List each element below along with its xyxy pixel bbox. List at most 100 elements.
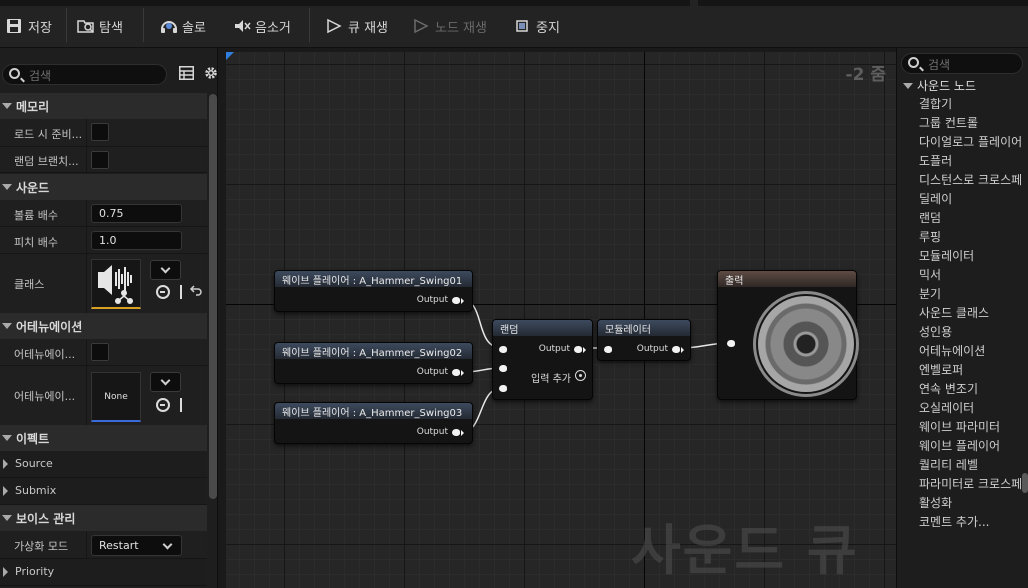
pin-arrow-icon: [681, 347, 684, 353]
property-row: 가상화 모드 Restart: [0, 531, 207, 559]
output-pin[interactable]: [452, 297, 460, 304]
browse-asset-icon[interactable]: [180, 398, 182, 412]
palette-list: 결합기 그룹 컨트롤 다이얼로그 플레이어 도플러 디스턴스로 크로스페이드 딜…: [919, 95, 1023, 532]
random-branch-checkbox[interactable]: [91, 151, 109, 169]
palette-item[interactable]: 활성화: [919, 494, 1023, 513]
palette-item[interactable]: 다이얼로그 플레이어: [919, 133, 1023, 152]
modulator-node[interactable]: 모듈레이터 Output: [597, 319, 691, 361]
solo-button[interactable]: 솔로: [160, 12, 206, 40]
category-sound[interactable]: 사운드: [0, 174, 207, 200]
palette-item[interactable]: 믹서: [919, 266, 1023, 285]
property-row: 피치 배수 1.0: [0, 227, 207, 254]
input-pin[interactable]: [727, 340, 735, 347]
node-title: 모듈레이터: [598, 320, 690, 336]
palette-item[interactable]: 분기: [919, 285, 1023, 304]
sound-cue-graph[interactable]: -2 줌 사운드 큐 웨이브 플레이어 : A_Hammer_Swing01 O…: [226, 52, 896, 588]
attenuation-override-checkbox[interactable]: [91, 343, 109, 361]
palette-scrollbar[interactable]: [1022, 473, 1028, 493]
property-row: 랜덤 브랜치...: [0, 147, 207, 173]
node-title: 출력: [718, 271, 856, 287]
gear-icon[interactable]: [203, 65, 219, 84]
pitch-multiplier-field[interactable]: 1.0: [91, 231, 182, 250]
virtualization-mode-value: Restart: [99, 539, 139, 552]
browse-asset-icon[interactable]: [180, 285, 182, 299]
details-scrollbar[interactable]: [209, 94, 217, 499]
use-selected-icon[interactable]: [156, 398, 170, 412]
category-memory[interactable]: 메모리: [0, 93, 207, 119]
random-node[interactable]: 랜덤 Output 입력 추가: [492, 319, 593, 400]
palette-item[interactable]: 파라미터로 크로스페이드: [919, 475, 1023, 494]
save-label: 저장: [28, 20, 52, 36]
priority-group[interactable]: Priority: [0, 559, 207, 586]
grid-view-icon[interactable]: [179, 66, 194, 83]
wave-player-node-2[interactable]: 웨이브 플레이어 : A_Hammer_Swing02 Output: [274, 342, 473, 384]
palette-item[interactable]: 딜레이: [919, 190, 1023, 209]
category-attenuation[interactable]: 어테뉴에이션: [0, 313, 207, 339]
palette-item[interactable]: 엔벨로퍼: [919, 361, 1023, 380]
palette-item[interactable]: 퀄리티 레벨: [919, 456, 1023, 475]
save-button[interactable]: 저장: [6, 12, 52, 40]
class-dropdown-button[interactable]: [150, 260, 181, 280]
volume-multiplier-field[interactable]: 0.75: [91, 204, 182, 223]
input-pin-3[interactable]: [499, 385, 507, 392]
wave-player-node-1[interactable]: 웨이브 플레이어 : A_Hammer_Swing01 Output: [274, 270, 473, 312]
play-node-icon: [413, 18, 429, 34]
mute-button[interactable]: 음소거: [233, 12, 291, 40]
palette-item[interactable]: 웨이브 플레이어: [919, 437, 1023, 456]
category-attenuation-label: 어테뉴에이션: [16, 319, 83, 334]
output-pin-label: Output: [416, 427, 448, 437]
toolbar-divider: [143, 8, 144, 42]
output-pin[interactable]: [452, 429, 460, 436]
palette-item[interactable]: 오실레이터: [919, 399, 1023, 418]
input-pin-1[interactable]: [499, 346, 507, 353]
virtualization-mode-label: 가상화 모드: [14, 540, 69, 553]
play-cue-button[interactable]: 큐 재생: [326, 12, 388, 40]
source-group[interactable]: Source: [0, 451, 207, 478]
palette-item[interactable]: 성인용: [919, 323, 1023, 342]
virtualization-mode-dropdown[interactable]: Restart: [91, 535, 182, 556]
browse-label: 탐색: [99, 20, 123, 36]
output-pin[interactable]: [452, 369, 460, 376]
palette-item[interactable]: 디스턴스로 크로스페이드: [919, 171, 1023, 190]
palette-item[interactable]: 랜덤: [919, 209, 1023, 228]
category-effects[interactable]: 이펙트: [0, 425, 207, 451]
output-node[interactable]: 출력: [717, 270, 859, 400]
details-search-input[interactable]: 검색: [2, 64, 167, 85]
palette-item[interactable]: 사운드 클래스: [919, 304, 1023, 323]
palette-item[interactable]: 모듈레이터: [919, 247, 1023, 266]
add-input-plus-icon[interactable]: [575, 370, 586, 381]
palette-item[interactable]: 어테뉴에이션: [919, 342, 1023, 361]
play-node-button[interactable]: 노드 재생: [413, 12, 487, 40]
palette-search-input[interactable]: 검색: [901, 53, 1023, 74]
stop-button[interactable]: 중지: [514, 12, 560, 40]
palette-item[interactable]: 루핑: [919, 228, 1023, 247]
browse-button[interactable]: 탐색: [77, 12, 123, 40]
chevron-down-icon: [160, 263, 171, 274]
attenuation-asset-thumbnail[interactable]: None: [91, 372, 141, 422]
reset-arrow-icon[interactable]: [189, 283, 203, 300]
sound-class-thumbnail[interactable]: [91, 259, 141, 309]
palette-item[interactable]: 코멘트 추가...: [919, 513, 1023, 532]
palette-item[interactable]: 그룹 컨트롤: [919, 114, 1023, 133]
input-pin-2[interactable]: [499, 365, 507, 372]
browse-icon: [77, 18, 94, 34]
output-pin[interactable]: [672, 346, 680, 353]
collapse-arrow-icon: [2, 515, 12, 521]
palette-item[interactable]: 웨이브 파라미터: [919, 418, 1023, 437]
category-voice-management[interactable]: 보이스 관리: [0, 505, 207, 531]
palette-item[interactable]: 연속 변조기: [919, 380, 1023, 399]
input-pin[interactable]: [604, 346, 612, 353]
submix-label: Submix: [15, 484, 57, 497]
palette-category[interactable]: 사운드 노드: [903, 77, 976, 94]
pitch-multiplier-label: 피치 배수: [14, 236, 58, 249]
search-placeholder: 검색: [928, 58, 951, 72]
attenuation-dropdown-button[interactable]: [150, 372, 181, 392]
load-prime-checkbox[interactable]: [91, 123, 109, 141]
palette-item[interactable]: 결합기: [919, 95, 1023, 114]
use-selected-icon[interactable]: [156, 285, 170, 299]
add-input-label[interactable]: 입력 추가: [531, 370, 571, 385]
submix-group[interactable]: Submix: [0, 478, 207, 505]
wave-player-node-3[interactable]: 웨이브 플레이어 : A_Hammer_Swing03 Output: [274, 402, 473, 444]
output-pin[interactable]: [574, 346, 582, 353]
palette-item[interactable]: 도플러: [919, 152, 1023, 171]
